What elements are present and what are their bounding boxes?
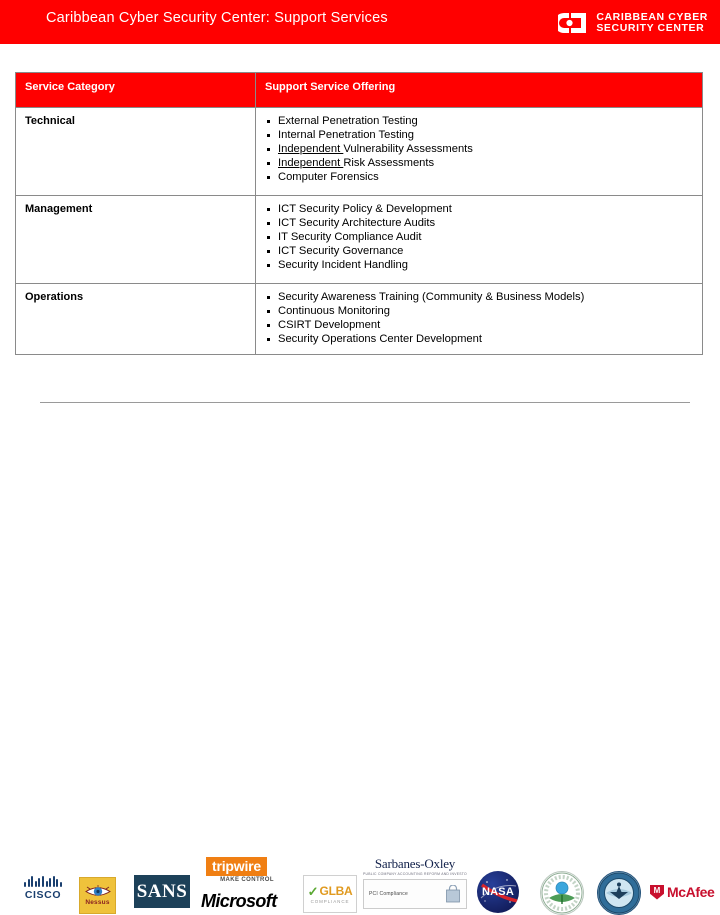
table-row: Management ICT Security Policy & Develop… — [15, 195, 703, 284]
shield-icon: M — [650, 884, 664, 900]
nessus-logo-icon: Nessus — [79, 877, 116, 914]
offering-item: Security Awareness Training (Community &… — [265, 291, 693, 304]
eye-icon — [84, 885, 111, 898]
column-header-service-category: Service Category — [15, 72, 256, 108]
offering-list: ICT Security Policy & Development ICT Sec… — [265, 203, 693, 272]
mcafee-wordmark: McAfee — [667, 884, 715, 900]
microsoft-logo-icon: Microsoft — [201, 891, 277, 912]
support-services-table: Service Category Support Service Offerin… — [15, 72, 703, 356]
cell-offerings: Security Awareness Training (Community &… — [255, 282, 703, 356]
brand-line-2: SECURITY CENTER — [596, 22, 705, 34]
offering-list: Security Awareness Training (Community &… — [265, 291, 693, 346]
glba-wordmark: GLBA — [319, 884, 353, 898]
table-row: Technical External Penetration Testing In… — [15, 107, 703, 196]
shopping-bag-icon — [445, 884, 461, 903]
cisco-wordmark: CISCO — [24, 889, 62, 901]
tripwire-tagline: MAKE CONTROL — [220, 877, 274, 883]
offering-item: ICT Security Policy & Development — [265, 203, 693, 216]
pci-compliance-label: PCI Compliance — [369, 891, 408, 897]
sans-wordmark: SANS — [136, 881, 188, 902]
offering-item: Independent Vulnerability Assessments — [265, 143, 693, 156]
glba-compliance-logo-icon: ✓ GLBA COMPLIANCE — [303, 875, 357, 913]
sans-institute-logo-icon: SANS — [134, 875, 190, 908]
offering-item: Computer Forensics — [265, 171, 693, 184]
table-header-row: Service Category Support Service Offerin… — [15, 72, 703, 108]
cisco-logo-icon: CISCO — [14, 876, 72, 906]
table-body: Technical External Penetration Testing In… — [15, 107, 703, 356]
offering-item: Security Operations Center Development — [265, 333, 693, 346]
offering-item: Continuous Monitoring — [265, 305, 693, 318]
cell-offerings: ICT Security Policy & Development ICT Sec… — [255, 195, 703, 284]
offering-item: External Penetration Testing — [265, 115, 693, 128]
column-header-support-service-offering: Support Service Offering — [255, 72, 703, 108]
nessus-wordmark: Nessus — [85, 899, 110, 906]
nasa-wordmark: NASA — [482, 886, 514, 898]
sox-subtext: PUBLIC COMPANY ACCOUNTING REFORM AND INV… — [363, 872, 467, 876]
brand-logo: CARIBBEAN CYBER SECURITY CENTER — [554, 9, 708, 37]
offering-list: External Penetration Testing Internal Pen… — [265, 115, 693, 184]
horizontal-divider — [40, 402, 690, 403]
offering-item: ICT Security Architecture Audits — [265, 217, 693, 230]
offering-item: CSIRT Development — [265, 319, 693, 332]
dod-seal-logo-icon — [597, 871, 641, 915]
microsoft-wordmark: Microsoft — [201, 891, 277, 911]
glba-row: ✓ GLBA — [308, 884, 353, 898]
cell-category: Management — [15, 195, 256, 284]
cell-offerings: External Penetration Testing Internal Pen… — [255, 107, 703, 196]
checkmark-icon: ✓ — [307, 883, 319, 899]
cisco-bars — [14, 876, 72, 887]
offering-item: Independent Risk Assessments — [265, 157, 693, 170]
nasa-logo-icon: NASA — [477, 871, 519, 913]
cell-category: Technical — [15, 107, 256, 196]
offering-item: IT Security Compliance Audit — [265, 231, 693, 244]
partner-logo-strip: CISCO Nessus SANS tripwire MAKE CONTROL … — [0, 425, 720, 915]
slide-canvas: Caribbean Cyber Security Center: Support… — [0, 0, 720, 915]
brand-wordmark: CARIBBEAN CYBER SECURITY CENTER — [596, 12, 708, 33]
epa-seal-logo-icon — [540, 871, 584, 915]
pci-compliance-panel: PCI Compliance — [363, 879, 467, 909]
glba-subtext: COMPLIANCE — [310, 899, 350, 904]
tripwire-wordmark: tripwire — [206, 857, 267, 876]
sarbanes-oxley-logo-icon: Sarbanes-Oxley PUBLIC COMPANY ACCOUNTING… — [363, 857, 467, 909]
offering-item: ICT Security Governance — [265, 245, 693, 258]
mcafee-logo-icon: M McAfee — [650, 884, 715, 900]
table-row: Operations Security Awareness Training (… — [15, 282, 703, 356]
spellcheck-underlined-word: Independent — [278, 157, 344, 170]
offering-item: Security Incident Handling — [265, 259, 693, 272]
spellcheck-underlined-word: Independent — [278, 143, 344, 156]
ccsc-logo-mark-icon — [554, 12, 590, 34]
title-bar: Caribbean Cyber Security Center: Support… — [0, 0, 720, 44]
offering-item: Internal Penetration Testing — [265, 129, 693, 142]
sox-wordmark: Sarbanes-Oxley — [374, 856, 456, 871]
tripwire-logo-icon: tripwire MAKE CONTROL — [206, 857, 288, 883]
cell-category: Operations — [15, 282, 256, 356]
page-title: Caribbean Cyber Security Center: Support… — [46, 10, 388, 26]
